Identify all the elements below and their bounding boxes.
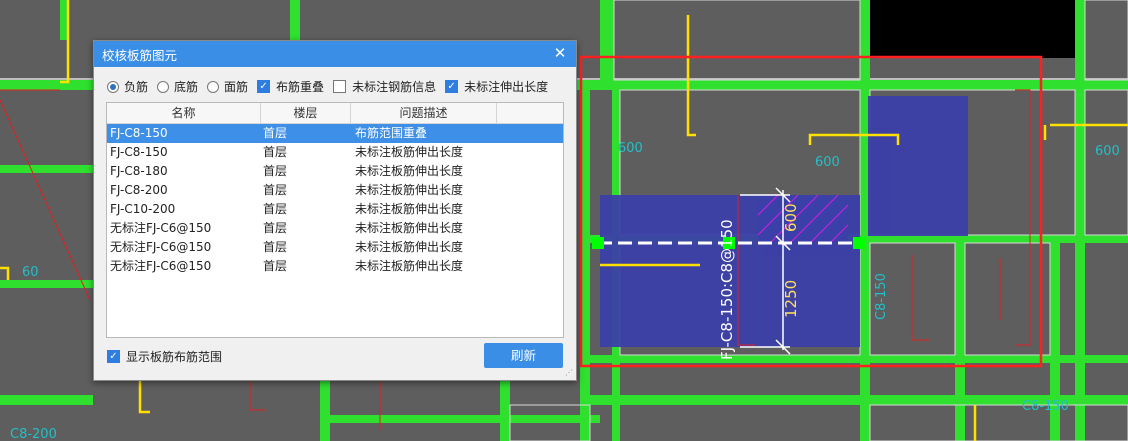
cell-floor: 首层	[263, 126, 288, 140]
checkbox-unlabeled-length[interactable]: ✓ 未标注伸出长度	[445, 78, 548, 95]
refresh-button[interactable]: 刷新	[484, 343, 563, 368]
checkbox-unlabeled-length-label: 未标注伸出长度	[464, 80, 549, 94]
cad-label-60: 60	[22, 265, 39, 280]
radio-negative-label: 负筋	[124, 80, 149, 94]
rebar-list-table[interactable]: 名称 楼层 问题描述 FJ-C8-150 首层 布筋范围重叠 FJ-C8-150 首层…	[106, 102, 564, 338]
table-header: 名称 楼层 问题描述	[107, 103, 563, 124]
radio-selected-icon	[107, 80, 119, 93]
table-row[interactable]: FJ-C8-200 首层 未标注板筋伸出长度	[107, 181, 563, 200]
column-header-description[interactable]: 问题描述	[351, 103, 497, 123]
checkbox-unlabeled-info[interactable]: 未标注钢筋信息	[333, 78, 436, 95]
radio-top-label: 面筋	[224, 80, 249, 94]
radio-top-rebar[interactable]: 面筋	[207, 78, 248, 95]
cad-label-600-b: 600	[618, 141, 643, 156]
cell-name: FJ-C10-200	[110, 202, 176, 216]
cell-name: 无标注FJ-C6@150	[110, 221, 212, 235]
cell-description: 未标注板筋伸出长度	[355, 240, 464, 254]
checkbox-overlap-label: 布筋重叠	[276, 80, 325, 94]
checkbox-checked-icon: ✓	[445, 80, 459, 93]
checkbox-overlap[interactable]: ✓ 布筋重叠	[257, 78, 324, 95]
radio-negative-rebar[interactable]: 负筋	[107, 78, 148, 95]
cell-description: 未标注板筋伸出长度	[355, 164, 464, 178]
checkbox-checked-icon: ✓	[107, 350, 120, 363]
cell-floor: 首层	[263, 221, 288, 235]
table-row[interactable]: 无标注FJ-C6@150 首层 未标注板筋伸出长度	[107, 238, 563, 257]
cell-description: 未标注板筋伸出长度	[355, 202, 464, 216]
cell-floor: 首层	[263, 164, 288, 178]
cell-floor: 首层	[263, 145, 288, 159]
cell-floor: 首层	[263, 240, 288, 254]
dialog-title: 校核板筋图元	[102, 47, 178, 63]
cell-name: 无标注FJ-C6@150	[110, 259, 212, 273]
cell-name: FJ-C8-200	[110, 183, 168, 197]
checkbox-icon	[333, 80, 347, 93]
cell-description: 未标注板筋伸出长度	[355, 145, 464, 159]
dim-600-label: 600	[782, 203, 800, 232]
cell-floor: 首层	[263, 259, 288, 273]
table-row[interactable]: FJ-C8-150 首层 布筋范围重叠	[107, 124, 563, 143]
dim-1250-label: 1250	[782, 280, 800, 318]
dialog-titlebar[interactable]: 校核板筋图元 ✕	[94, 41, 576, 67]
checkbox-unlabeled-info-label: 未标注钢筋信息	[352, 80, 437, 94]
check-slab-rebar-dialog: 校核板筋图元 ✕ 负筋 底筋 面筋 ✓ 布筋重叠 未标注钢筋信息 ✓ 未标注伸出…	[93, 40, 577, 381]
checkbox-show-range[interactable]: ✓ 显示板筋布筋范围	[107, 348, 222, 365]
column-header-floor[interactable]: 楼层	[261, 103, 351, 123]
cad-label-600-c: 600	[1095, 144, 1120, 159]
black-panel	[870, 0, 1075, 58]
filter-options: 负筋 底筋 面筋 ✓ 布筋重叠 未标注钢筋信息 ✓ 未标注伸出长度	[107, 78, 557, 95]
table-row[interactable]: 无标注FJ-C6@150 首层 未标注板筋伸出长度	[107, 219, 563, 238]
rebar-label: FJ-C8-150:C8@150	[718, 219, 736, 360]
cell-name: 无标注FJ-C6@150	[110, 240, 212, 254]
cell-description: 布筋范围重叠	[355, 126, 428, 140]
cell-name: FJ-C8-180	[110, 164, 168, 178]
cell-floor: 首层	[263, 202, 288, 216]
cad-label-c8-200: C8-200	[10, 427, 57, 441]
resize-grip-icon[interactable]: ⋰	[565, 369, 573, 377]
cell-description: 未标注板筋伸出长度	[355, 259, 464, 273]
cell-description: 未标注板筋伸出长度	[355, 221, 464, 235]
radio-icon	[157, 80, 170, 93]
table-row[interactable]: FJ-C10-200 首层 未标注板筋伸出长度	[107, 200, 563, 219]
cad-label-c8-150-b: C8-150	[1022, 399, 1069, 414]
radio-bottom-rebar[interactable]: 底筋	[157, 78, 198, 95]
cad-label-600-a: 600	[815, 155, 840, 170]
cell-name: FJ-C8-150	[110, 126, 168, 140]
column-header-name[interactable]: 名称	[107, 103, 261, 123]
checkbox-show-range-label: 显示板筋布筋范围	[126, 350, 223, 364]
table-row[interactable]: FJ-C8-180 首层 未标注板筋伸出长度	[107, 162, 563, 181]
cad-label-c8-150-a: C8-150	[874, 273, 889, 320]
checkbox-checked-icon: ✓	[257, 80, 271, 93]
cell-name: FJ-C8-150	[110, 145, 168, 159]
table-row[interactable]: FJ-C8-150 首层 未标注板筋伸出长度	[107, 143, 563, 162]
close-icon[interactable]: ✕	[552, 45, 568, 61]
table-row[interactable]: 无标注FJ-C6@150 首层 未标注板筋伸出长度	[107, 257, 563, 276]
cell-description: 未标注板筋伸出长度	[355, 183, 464, 197]
overlap-hatch	[757, 194, 849, 244]
radio-icon	[207, 80, 220, 93]
radio-bottom-label: 底筋	[174, 80, 199, 94]
cell-floor: 首层	[263, 183, 288, 197]
